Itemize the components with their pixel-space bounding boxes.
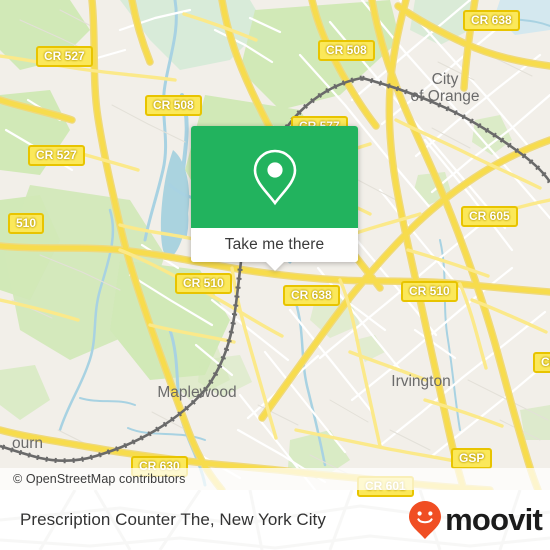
popup-icon-area bbox=[191, 126, 358, 228]
place-label-irvington: Irvington bbox=[391, 373, 450, 390]
moovit-wordmark: moovit bbox=[445, 501, 543, 537]
place-label-maplewood: Maplewood bbox=[157, 384, 236, 401]
popup-pointer bbox=[264, 261, 285, 271]
footer-bar: Prescription Counter The, New York City … bbox=[0, 490, 550, 550]
place-label-city-of-orange-line2: of Orange bbox=[411, 88, 480, 105]
place-popup-card[interactable]: Take me there bbox=[191, 126, 358, 271]
moovit-smile-pin-icon bbox=[409, 501, 442, 539]
place-title: Prescription Counter The, New York City bbox=[20, 510, 326, 529]
place-label-city-of-orange-line1: City bbox=[432, 71, 459, 88]
moovit-logo[interactable]: moovit bbox=[408, 490, 543, 550]
moovit-place-card: .mroad-cas { fill:none; stroke:#efd97b; … bbox=[0, 0, 550, 550]
place-label-ourn: ourn bbox=[12, 435, 43, 452]
map-pin-icon bbox=[253, 149, 296, 206]
osm-attribution[interactable]: © OpenStreetMap contributors bbox=[0, 468, 550, 490]
take-me-there-button[interactable]: Take me there bbox=[191, 228, 358, 262]
